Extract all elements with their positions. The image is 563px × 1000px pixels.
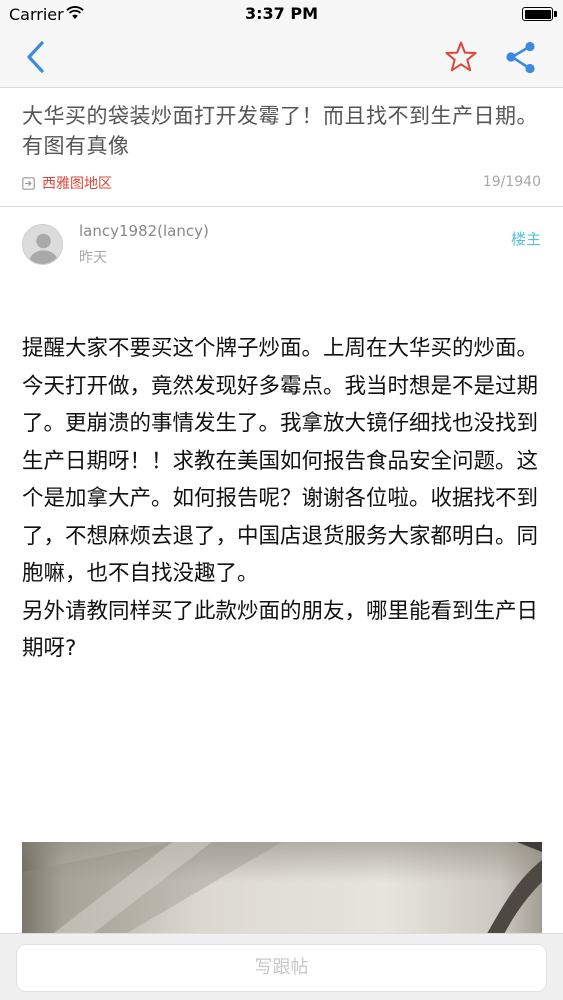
author-name[interactable]: lancy1982(lancy): [79, 222, 209, 240]
region-icon: [22, 176, 35, 190]
post-paragraph: 提醒大家不要买这个牌子炒面。上周在大华买的炒面。今天打开做，竟然发现好多霉点。我…: [22, 336, 539, 586]
post-body: 提醒大家不要买这个牌子炒面。上周在大华买的炒面。今天打开做，竟然发现好多霉点。我…: [22, 330, 544, 668]
post-photo[interactable]: [22, 842, 542, 942]
navigation-bar: [0, 30, 563, 88]
write-reply-button[interactable]: 写跟帖: [16, 944, 547, 992]
reply-view-count: 19/1940: [482, 174, 541, 190]
chevron-left-icon: [27, 41, 44, 73]
star-outline-icon: [445, 41, 477, 72]
default-avatar-icon: [28, 233, 59, 264]
avatar[interactable]: [22, 224, 63, 265]
favorite-button[interactable]: [440, 38, 482, 78]
reply-bar: 写跟帖: [0, 933, 563, 1000]
battery-icon: [522, 7, 553, 21]
post-paragraph: 另外请教同样买了此款炒面的朋友，哪里能看到生产日期呀?: [22, 598, 539, 662]
battery-tip: [554, 11, 557, 17]
status-bar: Carrier 3:37 PM: [0, 0, 563, 30]
share-icon: [506, 41, 535, 74]
photo-image: [22, 842, 542, 942]
back-button[interactable]: [14, 38, 58, 78]
author-row: lancy1982(lancy) 昨天 楼主: [0, 208, 563, 278]
clock: 3:37 PM: [244, 4, 318, 23]
region-link[interactable]: 西雅图地区: [22, 173, 112, 193]
post-header: 大华买的袋装炒面打开发霉了！而且找不到生产日期。有图有真像 西雅图地区 19/1…: [0, 89, 563, 207]
post-time: 昨天: [79, 250, 107, 266]
post-title: 大华买的袋装炒面打开发霉了！而且找不到生产日期。有图有真像: [22, 104, 538, 158]
op-badge: 楼主: [510, 230, 541, 248]
share-button[interactable]: [500, 38, 542, 78]
region-label: 西雅图地区: [42, 176, 112, 192]
